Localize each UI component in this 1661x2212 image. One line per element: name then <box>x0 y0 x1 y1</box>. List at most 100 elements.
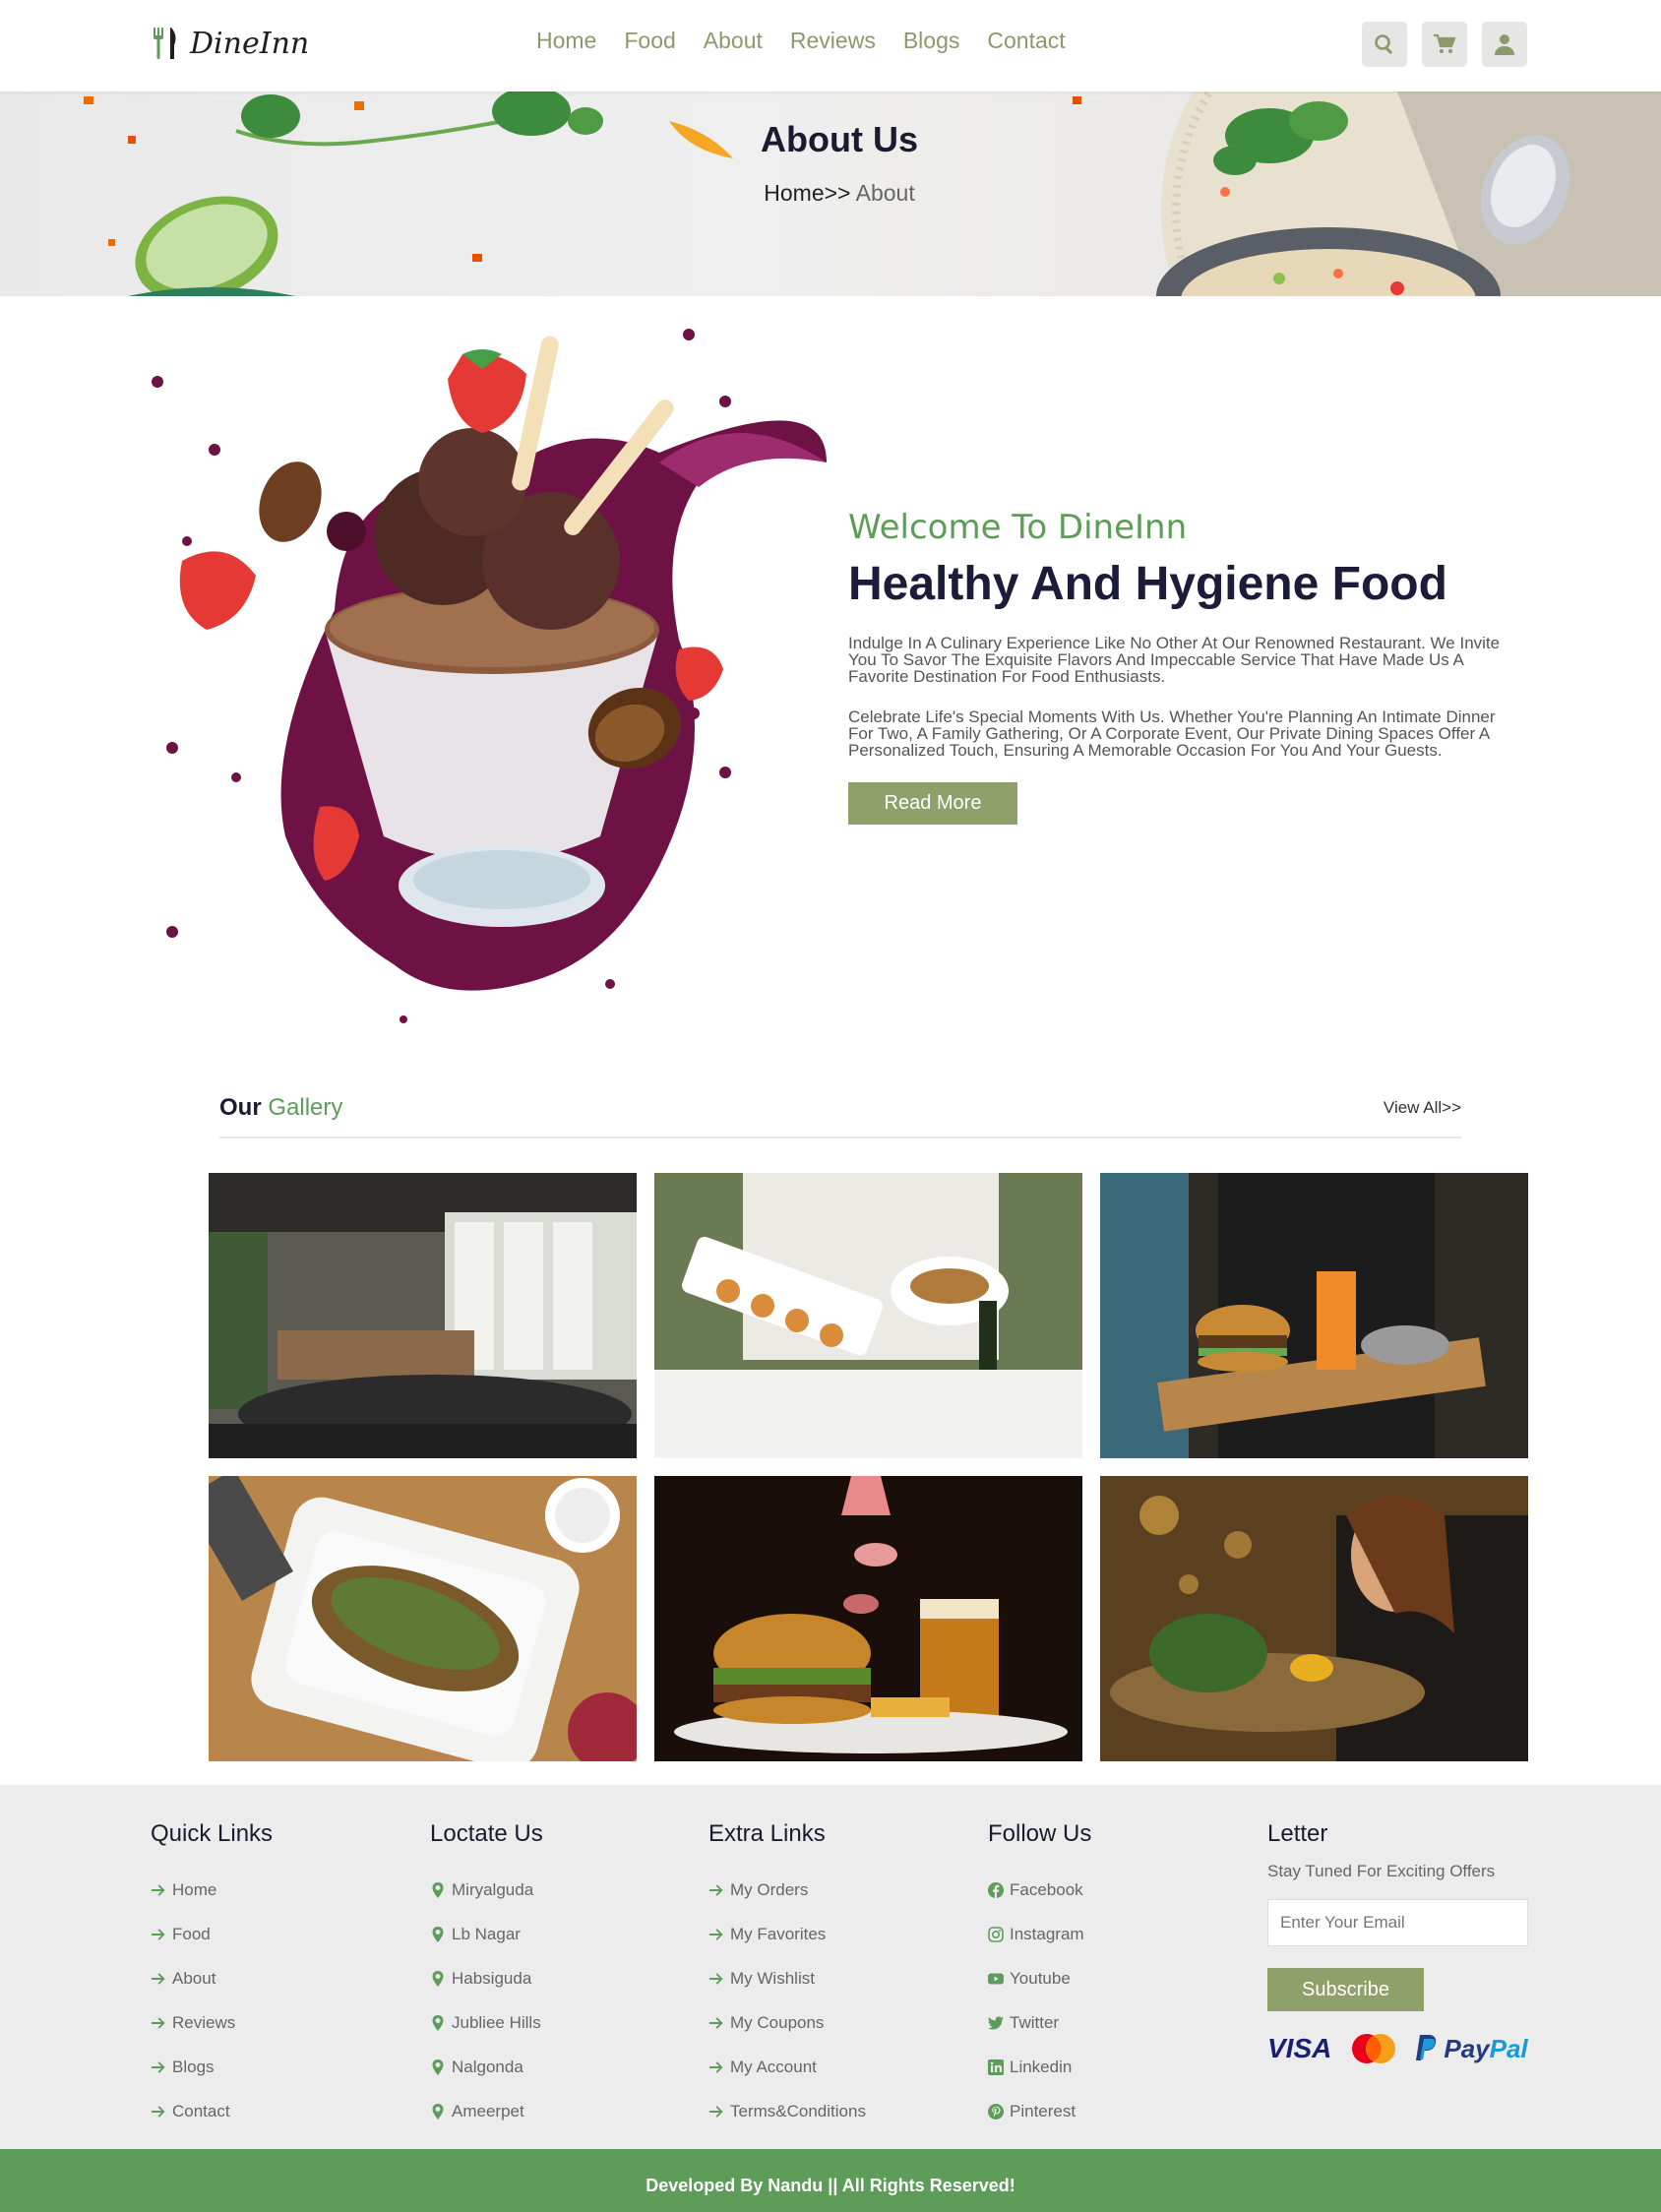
footer-link-label: My Favorites <box>730 1924 827 1943</box>
email-field[interactable] <box>1267 1899 1528 1946</box>
location-miryalguda[interactable]: Miryalguda <box>430 1868 543 1912</box>
nav-contact[interactable]: Contact <box>987 28 1065 54</box>
map-pin-icon <box>432 2103 444 2120</box>
search-button[interactable] <box>1362 22 1407 67</box>
social-facebook[interactable]: Facebook <box>988 1868 1091 1912</box>
location-habsiguda[interactable]: Habsiguda <box>430 1956 543 2000</box>
location-nalgonda[interactable]: Nalgonda <box>430 2045 543 2089</box>
gallery-image-burger-tray[interactable] <box>1100 1173 1528 1458</box>
logo[interactable]: DineInn <box>151 26 309 61</box>
footer-link-food[interactable]: Food <box>151 1912 273 1956</box>
location-label: Habsiguda <box>452 1968 532 1988</box>
social-label: Instagram <box>1010 1924 1084 1943</box>
social-linkedin[interactable]: Linkedin <box>988 2045 1091 2089</box>
gallery-image-woman-dining[interactable] <box>1100 1476 1528 1761</box>
arrow-right-icon <box>709 2016 723 2029</box>
read-more-button[interactable]: Read More <box>848 782 1017 825</box>
youtube-icon <box>988 1973 1004 1984</box>
footer-heading-quick: Quick Links <box>151 1820 274 1847</box>
map-pin-icon <box>432 1970 444 1987</box>
location-jubliee-hills[interactable]: Jubliee Hills <box>430 2000 543 2045</box>
map-pin-icon <box>432 1926 444 1942</box>
copyright-text: Developed By Nandu || All Rights Reserve… <box>646 2176 1015 2195</box>
footer-link-terms[interactable]: Terms&Conditions <box>708 2089 866 2133</box>
nav-home[interactable]: Home <box>536 28 596 54</box>
gallery-image-restaurant-interior[interactable] <box>209 1173 637 1458</box>
footer-link-my-wishlist[interactable]: My Wishlist <box>708 1956 866 2000</box>
footer-link-label: About <box>172 1968 216 1988</box>
arrow-right-icon <box>152 1972 165 1985</box>
paypal-text-a: Pay <box>1444 2033 1490 2063</box>
account-button[interactable] <box>1482 22 1527 67</box>
social-label: Youtube <box>1010 1968 1071 1988</box>
site-header: DineInn Home Food About Reviews Blogs Co… <box>0 0 1661 92</box>
paypal-logo: Pay Pal <box>1416 2033 1528 2064</box>
page-banner: About Us Home>> About <box>0 92 1661 296</box>
footer-link-contact[interactable]: Contact <box>151 2089 273 2133</box>
twitter-icon <box>988 2015 1004 2029</box>
gallery-title: Our Gallery <box>219 1094 342 1122</box>
social-label: Facebook <box>1010 1879 1083 1899</box>
arrow-right-icon <box>152 2016 165 2029</box>
footer-link-about[interactable]: About <box>151 1956 273 2000</box>
gallery-image-burger-beer[interactable] <box>654 1476 1082 1761</box>
footer-link-reviews[interactable]: Reviews <box>151 2000 273 2045</box>
cart-button[interactable] <box>1422 22 1467 67</box>
footer-link-label: My Coupons <box>730 2012 825 2032</box>
newsletter-subtitle: Stay Tuned For Exciting Offers <box>1267 1862 1496 1880</box>
social-instagram[interactable]: Instagram <box>988 1912 1091 1956</box>
footer-link-label: My Account <box>730 2057 817 2076</box>
instagram-icon <box>988 1926 1004 1942</box>
social-label: Twitter <box>1010 2012 1060 2032</box>
footer-link-my-orders[interactable]: My Orders <box>708 1868 866 1912</box>
location-label: Ameerpet <box>452 2101 524 2120</box>
nav-food[interactable]: Food <box>624 28 675 54</box>
arrow-right-icon <box>709 1883 723 1896</box>
pinterest-icon <box>988 2103 1004 2120</box>
footer-newsletter: Letter Stay Tuned For Exciting Offers Su… <box>1267 1820 1528 2064</box>
about-section: Welcome To DineInn Healthy And Hygiene F… <box>848 508 1517 825</box>
gallery-image-roasted-meat[interactable] <box>209 1476 637 1761</box>
page-title: About Us <box>761 119 918 159</box>
user-icon <box>1495 34 1514 55</box>
footer-link-my-favorites[interactable]: My Favorites <box>708 1912 866 1956</box>
arrow-right-icon <box>152 1883 165 1896</box>
map-pin-icon <box>432 2014 444 2031</box>
paypal-text-b: Pal <box>1489 2033 1528 2063</box>
nav-blogs[interactable]: Blogs <box>903 28 960 54</box>
nav-reviews[interactable]: Reviews <box>790 28 876 54</box>
header-actions <box>1362 22 1527 67</box>
social-twitter[interactable]: Twitter <box>988 2000 1091 2045</box>
footer-heading-letter: Letter <box>1267 1820 1328 1847</box>
social-label: Linkedin <box>1010 2057 1073 2076</box>
breadcrumb-current: About <box>855 180 915 206</box>
paypal-icon <box>1416 2035 1437 2060</box>
linkedin-icon <box>988 2058 1004 2075</box>
location-lb-nagar[interactable]: Lb Nagar <box>430 1912 543 1956</box>
about-headline: Healthy And Hygiene Food <box>848 558 1447 610</box>
footer-link-home[interactable]: Home <box>151 1868 273 1912</box>
gallery-title-prefix: Our <box>219 1094 262 1121</box>
subscribe-button[interactable]: Subscribe <box>1267 1968 1424 2011</box>
footer-link-blogs[interactable]: Blogs <box>151 2045 273 2089</box>
footer-link-my-coupons[interactable]: My Coupons <box>708 2000 866 2045</box>
mastercard-logo <box>1352 2034 1396 2063</box>
breadcrumb: Home>> About <box>0 180 1661 207</box>
nav-about[interactable]: About <box>704 28 763 54</box>
location-label: Lb Nagar <box>452 1924 521 1943</box>
arrow-right-icon <box>152 2060 165 2073</box>
gallery-image-chef-serving[interactable] <box>654 1173 1082 1458</box>
location-label: Jubliee Hills <box>452 2012 541 2032</box>
social-youtube[interactable]: Youtube <box>988 1956 1091 2000</box>
dessert-splash-image <box>152 329 827 1023</box>
footer-link-my-account[interactable]: My Account <box>708 2045 866 2089</box>
breadcrumb-home[interactable]: Home>> <box>764 180 850 206</box>
footer-link-label: My Wishlist <box>730 1968 815 1988</box>
gallery-title-accent: Gallery <box>268 1094 343 1121</box>
social-pinterest[interactable]: Pinterest <box>988 2089 1091 2133</box>
view-all-link[interactable]: View All>> <box>1384 1098 1461 1118</box>
location-ameerpet[interactable]: Ameerpet <box>430 2089 543 2133</box>
footer-link-label: Food <box>172 1924 211 1943</box>
arrow-right-icon <box>152 2105 165 2118</box>
arrow-right-icon <box>709 1972 723 1985</box>
